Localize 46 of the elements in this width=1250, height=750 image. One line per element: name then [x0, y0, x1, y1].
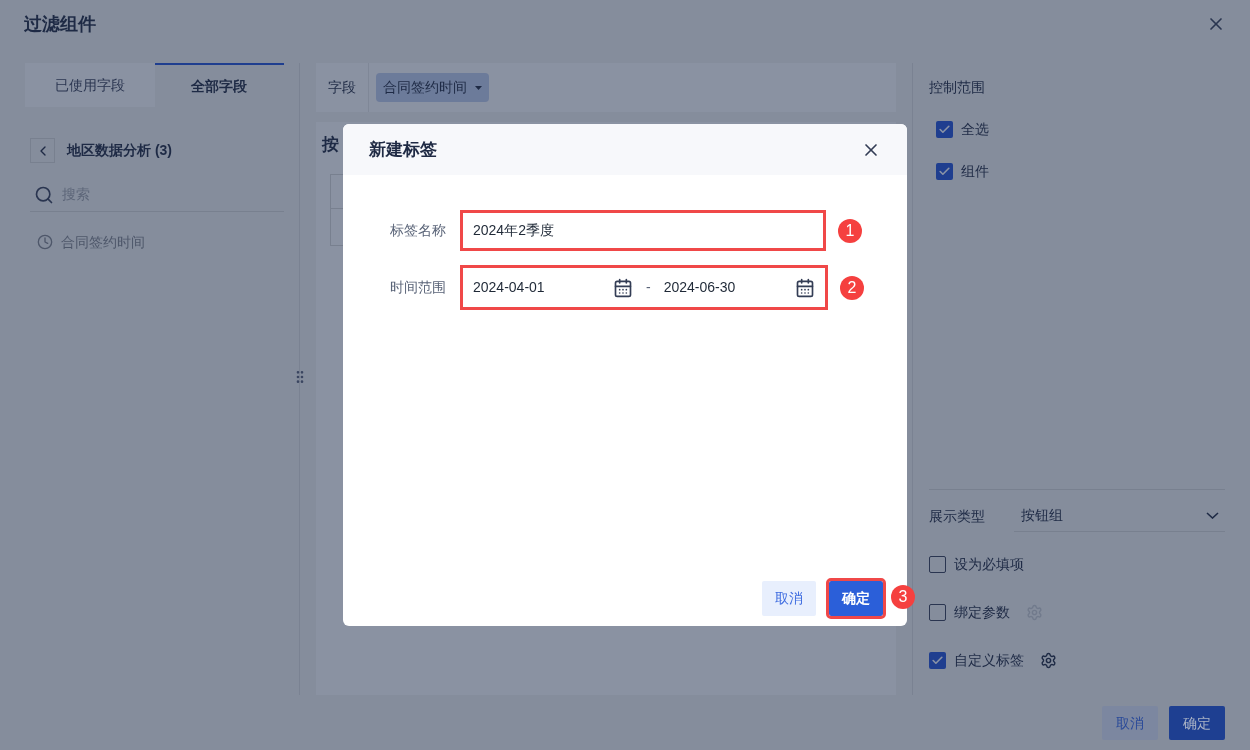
search-icon: [34, 184, 54, 205]
clock-icon: [37, 234, 53, 250]
check-icon: [938, 123, 951, 136]
section-title: 控制范围: [929, 78, 986, 97]
checkbox[interactable]: [936, 163, 953, 180]
dialog-title: 新建标签: [369, 138, 437, 161]
section-title: 按: [322, 135, 339, 154]
checkbox-label: 自定义标签: [954, 651, 1024, 670]
name-input[interactable]: 2024年2季度: [460, 210, 826, 251]
step-number: 3: [891, 585, 915, 609]
checkbox[interactable]: [929, 604, 946, 621]
range-separator: -: [646, 278, 651, 297]
checkbox-label: 设为必填项: [954, 555, 1024, 574]
calendar-icon[interactable]: [613, 277, 633, 298]
step-number: 1: [838, 218, 862, 243]
dataset-title: 地区数据分析 (3): [67, 141, 172, 160]
chevron-down-icon: [1206, 512, 1219, 519]
cancel-button[interactable]: 取消: [1102, 706, 1158, 740]
start-date: 2024-04-01: [473, 278, 546, 297]
cancel-button[interactable]: 取消: [762, 581, 816, 616]
back-button[interactable]: [30, 138, 55, 163]
field-tab[interactable]: 全部字段: [154, 63, 284, 107]
checkbox[interactable]: [936, 121, 953, 138]
caret-icon: [475, 85, 482, 90]
checkbox-label: 组件: [961, 162, 989, 181]
display-type-select[interactable]: 按钮组: [1014, 500, 1225, 532]
form-label: 时间范围: [389, 278, 447, 297]
display-type-label: 展示类型: [929, 506, 986, 526]
field-label: 字段: [316, 63, 369, 112]
date-range-field[interactable]: 2024-04-01 - 2024-06-30: [460, 265, 828, 310]
field-dropdown[interactable]: 合同签约时间: [376, 73, 489, 102]
field-tab[interactable]: 已使用字段: [25, 63, 155, 107]
calendar-icon[interactable]: [795, 277, 815, 298]
end-date: 2024-06-30: [663, 278, 737, 297]
checkbox-label: 绑定参数: [954, 603, 1010, 622]
checkbox-label: 全选: [961, 120, 989, 139]
window-title: 过滤组件: [24, 12, 96, 36]
confirm-button[interactable]: 确定: [1169, 706, 1225, 740]
checkbox[interactable]: [929, 652, 946, 669]
step-number: 2: [840, 275, 864, 300]
confirm-button[interactable]: 确定: [829, 581, 883, 616]
form-label: 标签名称: [389, 221, 447, 240]
check-icon: [931, 654, 944, 667]
checkbox[interactable]: [929, 556, 946, 573]
check-icon: [938, 165, 951, 178]
settings-icon[interactable]: [1040, 652, 1057, 669]
